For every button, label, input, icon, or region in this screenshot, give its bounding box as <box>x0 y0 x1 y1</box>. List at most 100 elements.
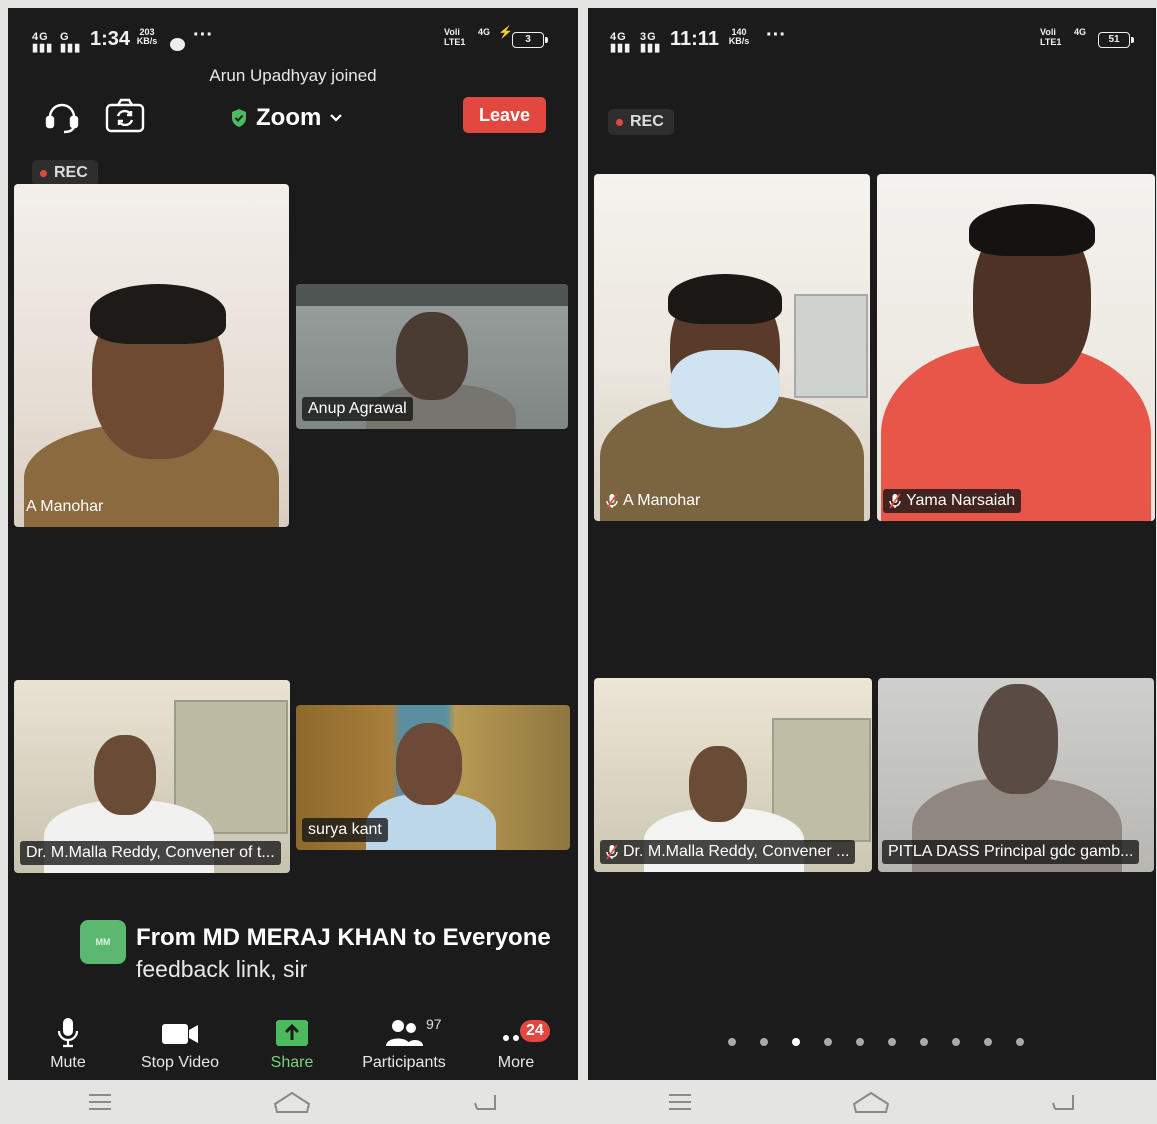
name-label: surya kant <box>308 821 382 838</box>
more-label: More <box>497 1054 535 1071</box>
lte-label: LTE1 <box>444 37 466 47</box>
name-label: Yama Narsaiah <box>906 492 1016 509</box>
participant-name: Dr. M.Malla Reddy, Convener ... <box>600 840 856 864</box>
name-label: PITLA DASS Principal gdc gamb... <box>888 843 1134 860</box>
more-notifications: ··· <box>766 24 786 46</box>
mic-off-icon <box>606 493 618 509</box>
participant-video <box>94 735 156 815</box>
participant-video <box>794 294 868 398</box>
video-tile-surya-kant[interactable]: surya kant <box>296 705 570 850</box>
meeting-title-dropdown[interactable]: Zoom <box>230 104 343 132</box>
participant-video <box>90 284 226 344</box>
net-4g-indicator: 4G <box>478 27 491 37</box>
page-indicator[interactable] <box>728 1038 1024 1046</box>
back-icon[interactable] <box>471 1091 499 1113</box>
participants-button[interactable]: Participants 97 <box>348 1016 460 1072</box>
volte-label: Voli <box>1040 27 1056 37</box>
video-tile-yama-narsaiah[interactable]: Yama Narsaiah <box>877 174 1155 521</box>
video-tile-a-manohar[interactable]: A Manohar <box>14 184 289 527</box>
name-label: Anup Agrawal <box>308 400 407 417</box>
video-tile-pitla-dass[interactable]: PITLA DASS Principal gdc gamb... <box>878 678 1154 872</box>
participant-video <box>396 723 462 805</box>
android-nav-bar-left <box>8 1080 578 1124</box>
share-label: Share <box>270 1054 314 1071</box>
shield-check-icon <box>232 109 246 127</box>
chat-message: feedback link, sir <box>136 956 308 982</box>
participant-name: Yama Narsaiah <box>883 489 1022 513</box>
page-dot[interactable] <box>1016 1038 1024 1046</box>
net-label: G <box>60 31 70 43</box>
mute-label: Mute <box>50 1054 86 1071</box>
recording-indicator: REC <box>32 160 98 186</box>
status-bar: 4G ▮▮▮ G ▮▮▮ 1:34 203 KB/s ··· Voli LTE1 4G … <box>8 22 578 56</box>
participant-video <box>296 284 568 306</box>
status-bar: 4G ▮▮▮ 3G ▮▮▮ 11:11 140 KB/s ··· Voli LTE1 4… <box>588 22 1156 56</box>
net-label: 4G <box>32 31 49 43</box>
page-dot[interactable] <box>760 1038 768 1046</box>
name-label: A Manohar <box>26 498 104 515</box>
signal-4g: 4G ▮▮▮ <box>610 31 632 54</box>
chat-notification-icon <box>170 38 185 51</box>
signal-4g: 4G ▮▮▮ <box>32 31 54 54</box>
chevron-down-icon <box>330 114 343 122</box>
page-dot[interactable] <box>888 1038 896 1046</box>
battery-icon: 51 <box>1098 32 1134 48</box>
rec-label: REC <box>54 164 88 181</box>
signal-g: G ▮▮▮ <box>60 31 82 54</box>
participant-video <box>969 204 1095 256</box>
video-tile-malla-reddy[interactable]: Dr. M.Malla Reddy, Convener ... <box>594 678 872 872</box>
mic-off-icon <box>606 844 618 860</box>
network-speed: 140 KB/s <box>728 28 750 46</box>
mic-off-icon <box>889 493 901 509</box>
net-label: 4G <box>610 31 627 43</box>
more-button[interactable]: More 24 <box>460 1016 572 1072</box>
chat-sender: From MD MERAJ KHAN to Everyone <box>136 924 551 951</box>
page-dot[interactable] <box>824 1038 832 1046</box>
more-badge: 24 <box>520 1020 550 1042</box>
video-tile-a-manohar[interactable]: A Manohar <box>594 174 870 521</box>
home-icon[interactable] <box>272 1090 312 1114</box>
lte-label: LTE1 <box>1040 37 1062 47</box>
participant-name: Dr. M.Malla Reddy, Convener of t... <box>20 841 281 865</box>
name-label: A Manohar <box>623 492 701 509</box>
headset-icon[interactable] <box>42 98 82 138</box>
leave-button[interactable]: Leave <box>463 97 546 133</box>
name-label: Dr. M.Malla Reddy, Convener of t... <box>26 844 275 861</box>
share-button[interactable]: Share <box>236 1016 348 1072</box>
rec-label: REC <box>630 113 664 130</box>
page-dot[interactable] <box>920 1038 928 1046</box>
participant-video <box>668 274 782 324</box>
page-dot[interactable] <box>856 1038 864 1046</box>
page-dot[interactable] <box>984 1038 992 1046</box>
join-notification: Arun Upadhyay joined <box>209 66 377 85</box>
rec-dot-icon <box>616 118 623 126</box>
avatar: MM <box>80 920 126 964</box>
name-label: Dr. M.Malla Reddy, Convener ... <box>623 843 850 860</box>
video-tile-malla-reddy[interactable]: Dr. M.Malla Reddy, Convener of t... <box>14 680 290 873</box>
speed-unit: KB/s <box>136 36 158 46</box>
page-dot[interactable] <box>952 1038 960 1046</box>
stop-video-button[interactable]: Stop Video <box>124 1016 236 1072</box>
signal-3g: 3G ▮▮▮ <box>640 31 662 54</box>
participant-name: surya kant <box>302 818 388 842</box>
network-speed: 203 KB/s <box>136 28 158 46</box>
page-dot[interactable] <box>792 1038 800 1046</box>
participants-label: Participants <box>362 1054 446 1071</box>
android-nav-bar-right <box>588 1080 1156 1124</box>
charging-icon: ⚡ <box>498 25 513 39</box>
left-phone-screen: 4G ▮▮▮ G ▮▮▮ 1:34 203 KB/s ··· Voli LTE1 4G … <box>8 8 578 1080</box>
home-icon[interactable] <box>851 1090 891 1114</box>
right-phone-screen: 4G ▮▮▮ 3G ▮▮▮ 11:11 140 KB/s ··· Voli LTE1 4… <box>588 8 1156 1080</box>
back-icon[interactable] <box>1049 1091 1077 1113</box>
share-icon <box>276 1020 308 1046</box>
menu-icon[interactable] <box>87 1092 113 1112</box>
menu-icon[interactable] <box>667 1092 693 1112</box>
mute-button[interactable]: Mute <box>12 1016 124 1072</box>
net-label: 3G <box>640 31 657 43</box>
camera-switch-icon[interactable] <box>104 96 145 136</box>
mic-icon <box>57 1018 79 1048</box>
video-tile-anup-agrawal[interactable]: Anup Agrawal <box>296 284 568 429</box>
participants-icon <box>386 1020 423 1046</box>
speed-unit: KB/s <box>728 36 750 46</box>
page-dot[interactable] <box>728 1038 736 1046</box>
